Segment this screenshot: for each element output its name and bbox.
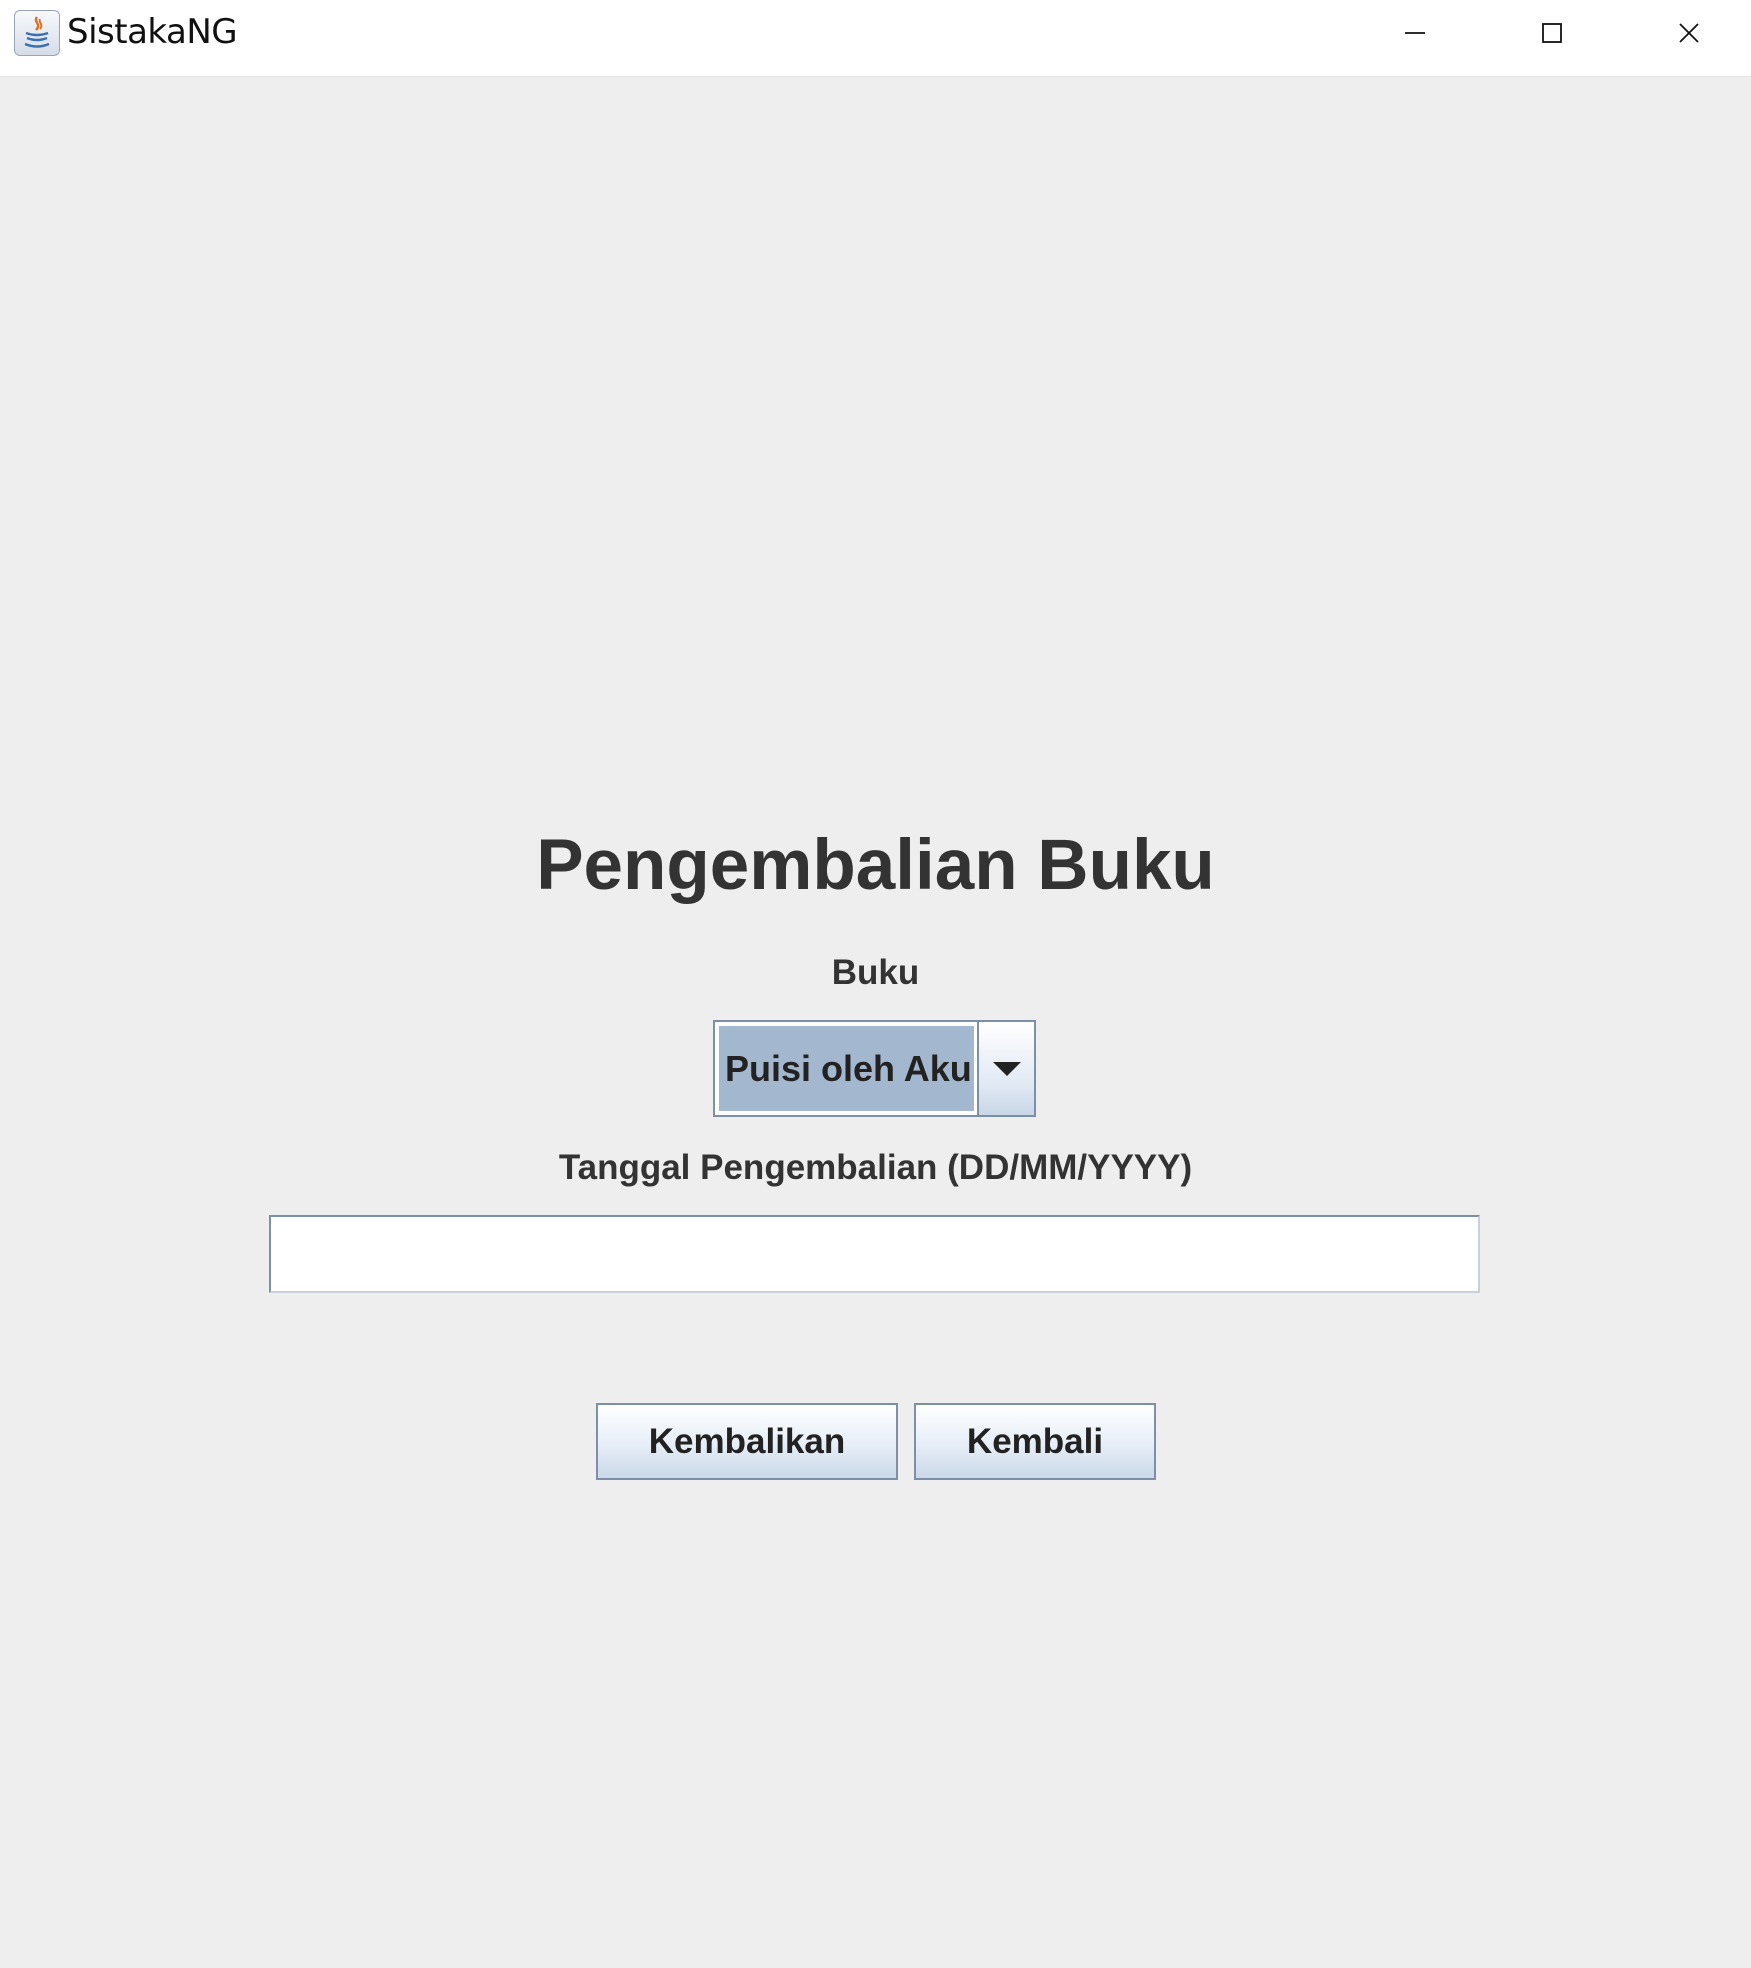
return-date-input[interactable]	[269, 1215, 1480, 1293]
minimize-button[interactable]	[1346, 0, 1483, 66]
chevron-down-icon	[992, 1061, 1021, 1076]
book-label: Buku	[831, 953, 920, 992]
book-select-value: Puisi oleh Aku	[719, 1026, 974, 1111]
maximize-button[interactable]	[1483, 0, 1620, 66]
book-select[interactable]: Puisi oleh Aku	[713, 1020, 1036, 1117]
close-icon	[1678, 23, 1699, 43]
window-title: SistakaNG	[67, 12, 238, 52]
maximize-icon	[1541, 23, 1562, 43]
java-app-icon	[14, 10, 60, 56]
back-button[interactable]: Kembali	[914, 1403, 1156, 1480]
close-button[interactable]	[1620, 0, 1751, 66]
window-titlebar: SistakaNG	[0, 0, 1751, 77]
form-panel: Pengembalian Buku Buku Puisi oleh Aku Ta…	[0, 77, 1751, 1968]
book-select-dropdown-button[interactable]	[977, 1022, 1034, 1115]
return-book-button[interactable]: Kembalikan	[596, 1403, 898, 1480]
minimize-icon	[1404, 32, 1425, 34]
page-title: Pengembalian Buku	[536, 826, 1215, 905]
return-date-label: Tanggal Pengembalian (DD/MM/YYYY)	[558, 1148, 1193, 1187]
